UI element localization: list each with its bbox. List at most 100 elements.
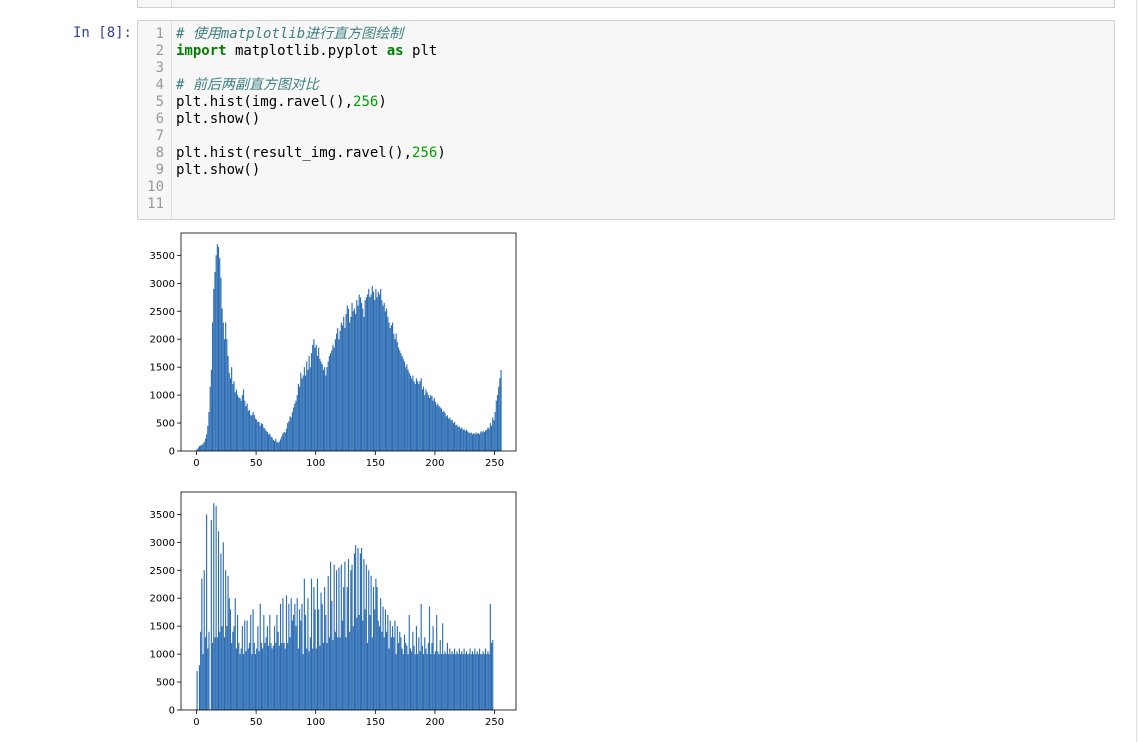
histogram-bar xyxy=(473,433,475,451)
histogram-bar xyxy=(253,414,255,451)
histogram-bar xyxy=(462,429,464,451)
histogram-bar xyxy=(288,603,290,710)
histogram-bar xyxy=(307,369,309,451)
histogram-bar xyxy=(395,333,397,451)
y-tick-label: 500 xyxy=(156,419,175,430)
histogram-bar xyxy=(251,654,253,710)
histogram-bar xyxy=(284,648,286,710)
histogram-bar xyxy=(310,578,313,710)
histogram-bar xyxy=(392,322,394,451)
histogram-bar xyxy=(281,436,283,451)
histogram-bar xyxy=(315,648,317,710)
histogram-bar xyxy=(296,395,298,451)
code-line: plt.hist(result_img.ravel(),256) xyxy=(176,145,446,162)
histogram-bar xyxy=(216,637,218,710)
histogram-bar xyxy=(264,642,266,710)
histogram-bar xyxy=(431,642,433,710)
histogram-bar xyxy=(333,347,335,451)
histogram-bar xyxy=(413,381,415,451)
histogram-bar xyxy=(273,440,276,451)
histogram-bar xyxy=(237,395,239,451)
histogram-bar xyxy=(260,423,263,451)
histogram-bar xyxy=(471,434,474,451)
histogram-bar xyxy=(376,587,378,710)
code-cell-editor[interactable]: 1 2 3 4 5 6 7 8 9 10 11 # 使用matplotlib进行直方图绘制 impor… xyxy=(137,20,1115,220)
histogram-bar xyxy=(388,648,390,710)
histogram-bar xyxy=(395,654,397,710)
histogram-bar xyxy=(401,355,403,451)
histogram-bar xyxy=(197,447,199,451)
histogram-bar xyxy=(475,654,477,710)
histogram-bar xyxy=(347,308,350,451)
histogram-bar xyxy=(331,601,333,710)
histogram-bar xyxy=(450,654,452,710)
histogram-bar xyxy=(235,389,237,451)
y-tick-label: 1000 xyxy=(150,650,175,661)
histogram-bar xyxy=(250,415,252,451)
histogram-bar xyxy=(215,505,217,710)
histogram-bar xyxy=(222,542,224,710)
histogram-bar xyxy=(458,648,460,710)
histogram-bar xyxy=(326,367,328,451)
histogram-bar xyxy=(324,587,326,710)
histogram-bar xyxy=(388,322,390,451)
histogram-bar xyxy=(387,614,389,710)
histogram-bar xyxy=(272,645,274,710)
histogram-bar xyxy=(296,598,298,710)
histogram-bar xyxy=(448,654,450,710)
histogram-bar xyxy=(343,316,345,451)
histogram-bar xyxy=(492,640,494,710)
histogram-bar xyxy=(461,651,463,710)
y-tick-label: 2000 xyxy=(150,594,175,605)
histogram-bar xyxy=(259,603,261,710)
histogram-bar xyxy=(220,277,222,451)
histogram-bar xyxy=(370,294,372,451)
histogram-bar xyxy=(320,361,322,451)
histogram-bar xyxy=(387,316,389,451)
histogram-bar xyxy=(277,442,279,451)
previous-cell-bottom[interactable] xyxy=(137,0,1115,8)
histogram-bar xyxy=(356,617,358,710)
histogram-bar xyxy=(350,316,352,451)
code-text[interactable]: # 使用matplotlib进行直方图绘制 import matplotlib.p… xyxy=(176,26,446,213)
histogram-bar xyxy=(469,433,471,451)
histogram-bar xyxy=(228,372,230,451)
line-number: 1 xyxy=(155,26,164,42)
histogram-bar xyxy=(381,300,383,451)
histogram-bar xyxy=(442,411,444,451)
histogram-bar xyxy=(228,598,230,710)
histogram-bar xyxy=(258,651,260,710)
histogram-bar xyxy=(364,300,366,451)
histogram-bar xyxy=(359,297,361,451)
histogram-bar xyxy=(374,300,376,451)
histogram-bar xyxy=(364,609,366,710)
histogram-bar xyxy=(457,654,459,710)
histogram-bar xyxy=(214,637,216,710)
line-number: 8 xyxy=(155,145,164,161)
histogram-bar xyxy=(287,642,289,710)
histogram-bar xyxy=(488,654,490,710)
histogram-bar xyxy=(414,383,416,451)
histogram-bar xyxy=(375,288,377,451)
line-number: 11 xyxy=(147,196,164,212)
histogram-bar xyxy=(238,642,240,710)
histogram-bar xyxy=(372,587,375,710)
histogram-bar xyxy=(400,637,402,710)
histogram-bar xyxy=(344,561,346,710)
histogram-bar xyxy=(328,637,330,710)
histogram-bar xyxy=(263,427,265,451)
histogram-bar xyxy=(489,603,491,710)
histogram-bar xyxy=(458,426,460,451)
histogram-bar xyxy=(349,322,351,451)
line-numbers: 1 2 3 4 5 6 7 8 9 10 11 xyxy=(138,26,164,213)
histogram-bar xyxy=(481,654,483,710)
histogram-bar xyxy=(272,439,274,451)
y-tick-label: 3000 xyxy=(150,538,175,549)
histogram-bar xyxy=(330,353,332,451)
histogram-bar xyxy=(454,421,456,451)
histogram-bar xyxy=(291,620,293,710)
histogram-bar xyxy=(312,648,314,710)
code-token-number: 256 xyxy=(412,145,438,161)
histogram-bar xyxy=(310,353,313,451)
histogram-bar xyxy=(467,431,469,451)
